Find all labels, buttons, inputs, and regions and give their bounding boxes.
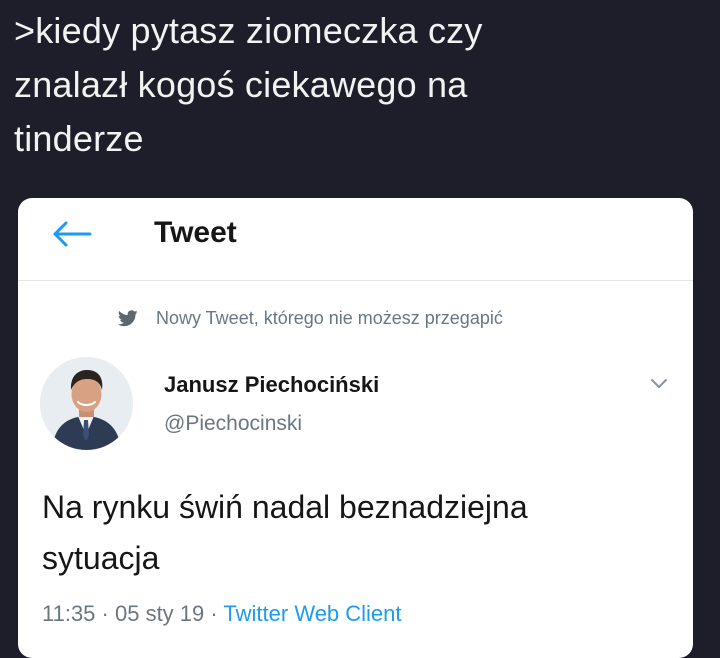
context-label: Nowy Tweet, którego nie możesz przegapić: [156, 307, 503, 328]
author-name[interactable]: Janusz Piechociński: [164, 372, 379, 398]
meta-separator-2: ·: [204, 601, 224, 626]
avatar-image: [40, 357, 133, 450]
chevron-down-icon[interactable]: [650, 378, 668, 390]
tweet-header: Tweet: [18, 198, 693, 280]
tweet-card: Tweet Nowy Tweet, którego nie możesz prz…: [18, 198, 693, 658]
page-title: Tweet: [154, 216, 237, 249]
avatar[interactable]: [40, 357, 133, 450]
header-divider: [18, 280, 693, 281]
tweet-text: Na rynku świń nadal beznadziejna sytuacj…: [42, 489, 528, 576]
tweet-time: 11:35: [42, 601, 96, 626]
tweet-context: Nowy Tweet, którego nie możesz przegapić: [118, 306, 503, 330]
meta-separator: ·: [95, 601, 115, 626]
bird-icon: [118, 309, 138, 326]
arrow-left-icon[interactable]: [52, 220, 92, 248]
tweet-meta: 11:35 · 05 sty 19 · Twitter Web Client: [42, 601, 402, 627]
tweet-date: 05 sty 19: [114, 601, 205, 626]
author-handle[interactable]: @Piechocinski: [164, 412, 302, 436]
meme-caption: >kiedy pytasz ziomeczka czy znalazł kogo…: [14, 10, 483, 159]
tweet-source-link[interactable]: Twitter Web Client: [223, 601, 401, 626]
